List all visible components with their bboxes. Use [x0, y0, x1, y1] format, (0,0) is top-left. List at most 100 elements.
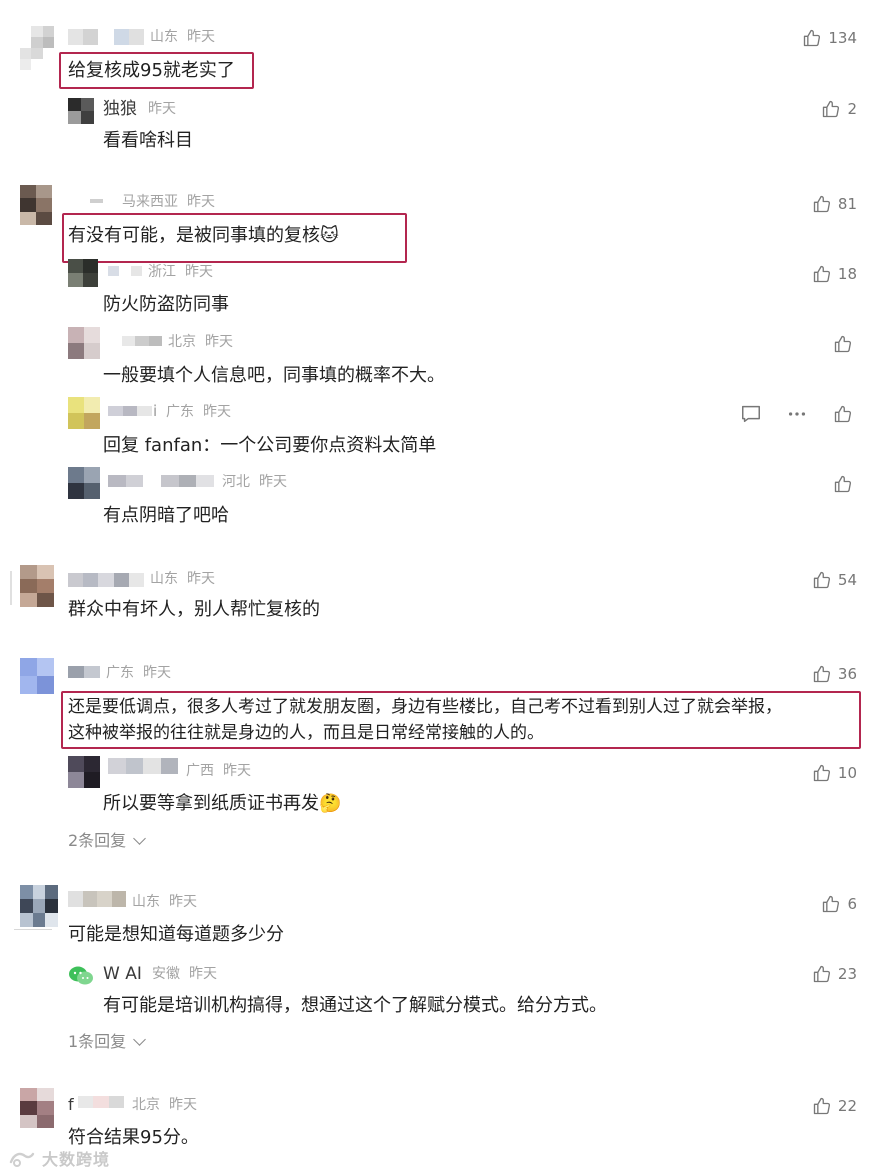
like-button[interactable]: 36: [812, 663, 857, 685]
avatar[interactable]: [68, 756, 100, 788]
comment-meta: 山东 昨天: [150, 27, 215, 47]
avatar[interactable]: [20, 658, 54, 694]
avatar[interactable]: [20, 565, 54, 607]
reply-meta: 安徽 昨天: [152, 964, 217, 984]
comment-meta: 山东 昨天: [150, 569, 215, 589]
username-blurred[interactable]: [108, 266, 142, 276]
like-button[interactable]: [833, 403, 853, 425]
like-button[interactable]: 81: [812, 193, 857, 215]
expand-replies-link[interactable]: 1条回复: [68, 1031, 147, 1053]
reply-text: 所以要等拿到纸质证书再发🤔: [103, 793, 342, 814]
like-count: 23: [837, 965, 857, 983]
reply-text: 防火防盗防同事: [103, 294, 229, 315]
reply-location: 浙江: [148, 264, 176, 280]
comment-meta: 广东 昨天: [106, 663, 171, 683]
more-button[interactable]: [786, 403, 808, 429]
comment-meta: 山东 昨天: [132, 892, 197, 912]
reply-time: 昨天: [223, 763, 251, 779]
comment-text: 群众中有坏人，别人帮忙复核的: [68, 599, 320, 620]
avatar[interactable]: [68, 327, 100, 359]
expand-replies-link[interactable]: 2条回复: [68, 830, 147, 852]
username-blurred[interactable]: [108, 336, 162, 346]
thumbs-up-icon: [813, 265, 830, 283]
like-button[interactable]: 18: [812, 263, 857, 285]
reply-location: 广西: [186, 763, 214, 779]
divider: [10, 571, 12, 605]
comment-4: 广东 昨天 36 还是要低调点，很多人考过了就发朋友圈，身边有些楼比，自己考不过看…: [0, 658, 875, 858]
username-blurred[interactable]: [90, 199, 116, 203]
username-fragment[interactable]: f: [68, 1094, 74, 1116]
username-blurred[interactable]: [68, 29, 144, 45]
expand-replies-label: 1条回复: [68, 1032, 127, 1051]
reply-meta: 广西 昨天: [186, 761, 251, 781]
avatar[interactable]: [20, 185, 52, 225]
thumbs-up-icon: [834, 335, 852, 353]
comment-location: 山东: [150, 29, 178, 45]
avatar[interactable]: [20, 1088, 54, 1128]
avatar[interactable]: [20, 885, 58, 927]
like-button[interactable]: 22: [812, 1095, 857, 1117]
like-button[interactable]: 134: [802, 27, 857, 49]
reply-location: 广东: [166, 404, 194, 420]
comment-time: 昨天: [169, 1097, 197, 1113]
comment-6: f 北京 昨天 22 符合结果95分。: [0, 1088, 875, 1158]
like-button[interactable]: 23: [812, 963, 857, 985]
like-count: 2: [847, 100, 857, 118]
like-count: 81: [837, 195, 857, 213]
reply-time: 昨天: [259, 474, 287, 490]
username-blurred[interactable]: [108, 406, 152, 416]
thumbs-up-icon: [813, 965, 830, 983]
chevron-down-icon: [133, 832, 147, 845]
reply-location: 北京: [168, 334, 196, 350]
like-button[interactable]: 2: [821, 98, 857, 120]
like-button[interactable]: 54: [812, 569, 857, 591]
avatar[interactable]: [68, 397, 100, 429]
wechat-icon[interactable]: [68, 965, 94, 987]
comment-location: 广东: [106, 665, 134, 681]
username-blurred[interactable]: [68, 573, 144, 587]
highlight-box: [62, 213, 407, 263]
reply-time: 昨天: [189, 966, 217, 982]
like-button[interactable]: 6: [821, 893, 857, 915]
more-dots-icon: [788, 412, 806, 416]
thumbs-up-icon: [813, 195, 830, 213]
reply-time: 昨天: [148, 101, 176, 117]
thumbs-up-icon: [813, 764, 830, 782]
like-count: 6: [847, 895, 857, 913]
reply-username-fragment[interactable]: i: [153, 400, 157, 422]
comment-1: 山东 昨天 134 给复核成95就老实了 独狼 昨天 2 看看啥科目: [0, 20, 875, 180]
like-button[interactable]: 10: [812, 762, 857, 784]
reply-time: 昨天: [205, 334, 233, 350]
avatar[interactable]: [68, 259, 98, 287]
username-blurred[interactable]: [108, 758, 178, 774]
comment-time: 昨天: [187, 194, 215, 210]
like-count: 18: [837, 265, 857, 283]
username-blurred[interactable]: [68, 891, 126, 907]
username-blurred[interactable]: [68, 666, 100, 678]
username-blurred[interactable]: [108, 475, 214, 487]
thumbs-up-icon: [834, 405, 852, 423]
comment-3: 山东 昨天 54 群众中有坏人，别人帮忙复核的: [0, 565, 875, 635]
highlight-box: [59, 52, 254, 89]
reply-time: 昨天: [185, 264, 213, 280]
watermark: 大数跨境: [8, 1146, 110, 1170]
comment-meta: 马来西亚 昨天: [122, 192, 215, 212]
divider: [14, 929, 52, 930]
username-blurred[interactable]: [78, 1096, 124, 1108]
reply-text: 一般要填个人信息吧，同事填的概率不大。: [103, 365, 445, 386]
like-button[interactable]: [833, 473, 853, 495]
comment-time: 昨天: [143, 665, 171, 681]
reply-button[interactable]: [740, 403, 762, 429]
reply-username[interactable]: 独狼: [103, 98, 137, 120]
avatar[interactable]: [68, 467, 100, 499]
reply-username[interactable]: W AI: [103, 963, 142, 985]
thumbs-up-icon: [813, 571, 830, 589]
comment-time: 昨天: [187, 571, 215, 587]
thumbs-up-icon: [804, 29, 821, 47]
avatar[interactable]: [68, 98, 94, 124]
reply-meta: 北京 昨天: [168, 332, 233, 352]
reply-text: 回复 fanfan：一个公司要你点资料太简单: [103, 435, 437, 456]
like-button[interactable]: [833, 333, 853, 355]
thumbs-up-icon: [813, 1097, 830, 1115]
avatar[interactable]: [20, 26, 54, 70]
